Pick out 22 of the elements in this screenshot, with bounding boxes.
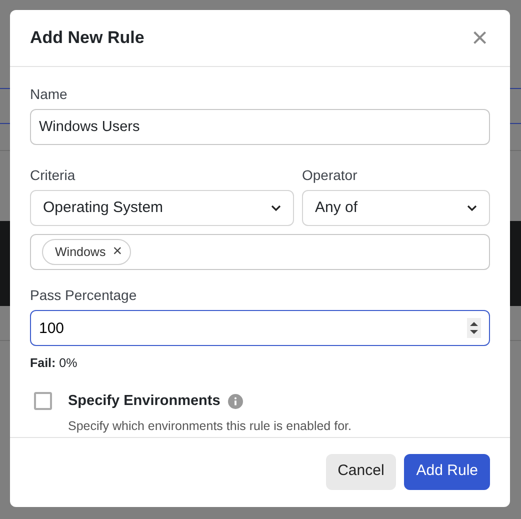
remove-tag-button[interactable]: × <box>112 244 122 260</box>
tag-chip: Windows × <box>42 238 132 266</box>
operator-select[interactable]: Any of <box>302 190 490 226</box>
info-icon <box>228 394 244 410</box>
name-input[interactable]: Windows Users <box>30 109 490 145</box>
modal-title: Add New Rule <box>30 28 144 48</box>
field-label: Criteria <box>30 166 76 185</box>
field-label: Pass Percentage <box>30 286 137 305</box>
tag-input[interactable]: Windows × <box>30 234 490 270</box>
spinner-icon[interactable] <box>467 318 481 338</box>
add-rule-button[interactable]: Add Rule <box>404 454 490 490</box>
checkbox-label: Specify Environments <box>68 392 220 411</box>
percentage-input[interactable]: 100 <box>30 310 490 346</box>
checkbox[interactable] <box>34 392 52 410</box>
cancel-button[interactable]: Cancel <box>326 454 396 490</box>
criteria-select[interactable]: Operating System <box>30 190 294 226</box>
help-text: Specify which environments this rule is enabled for. <box>68 418 352 435</box>
chevron-down-icon <box>271 204 281 212</box>
field-label: Operator <box>302 166 358 185</box>
field-label: Name <box>30 85 68 104</box>
chevron-down-icon <box>467 204 477 212</box>
fail-percentage-text: Fail: 0% <box>30 355 78 372</box>
